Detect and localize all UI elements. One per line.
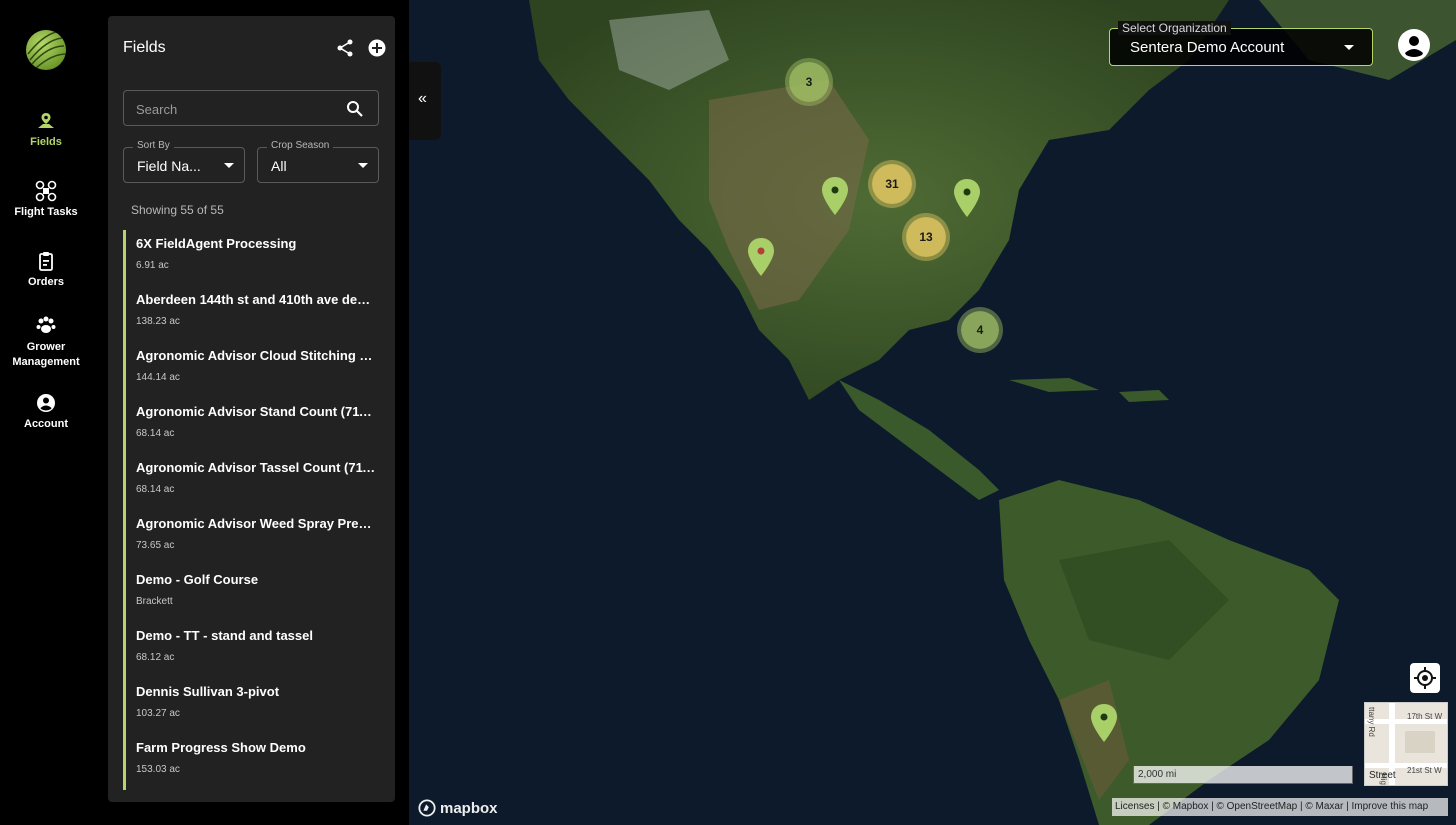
field-name: Dennis Sullivan 3-pivot — [136, 684, 280, 699]
cluster-count: 4 — [976, 323, 984, 337]
sort-by-label: Sort By — [133, 140, 174, 151]
nav-label-orders: Orders — [27, 276, 65, 288]
account-circle-icon — [37, 394, 55, 412]
map-cluster[interactable]: 31 — [872, 164, 912, 204]
app-logo[interactable] — [26, 30, 66, 70]
clipboard-icon — [39, 252, 53, 271]
organization-select[interactable]: Select Organization Sentera Demo Account — [1109, 21, 1373, 66]
street-label: Street — [1369, 770, 1396, 781]
cluster-count: 3 — [805, 75, 813, 89]
search-icon[interactable] — [346, 100, 364, 118]
list-item[interactable]: Dennis Sullivan 3-pivot 103.27 ac — [123, 678, 381, 734]
field-name: Agronomic Advisor Cloud Stitching Cro... — [136, 348, 376, 363]
nav-label-grower-management: Grower Management — [12, 341, 80, 368]
map-cluster[interactable]: 3 — [789, 62, 829, 102]
sort-by-value: Field Na... — [137, 158, 201, 174]
field-marker-icon[interactable] — [820, 176, 850, 216]
list-item[interactable]: Agronomic Advisor Weed Spray Prescri... 7… — [123, 510, 381, 566]
fields-panel: Fields Sort By Field Na... Crop Season A… — [108, 16, 395, 802]
panel-title: Fields — [123, 39, 166, 56]
locate-me-button[interactable] — [1410, 663, 1440, 693]
nav-item-orders[interactable]: Orders — [0, 250, 92, 288]
field-acreage: 6.91 ac — [136, 260, 169, 271]
nav-label-fields: Fields — [30, 136, 62, 148]
list-item[interactable]: Demo - Golf Course Brackett — [123, 566, 381, 622]
nav-item-flight-tasks[interactable]: Flight Tasks — [0, 180, 92, 218]
field-name: Agronomic Advisor Tassel Count (7110... — [136, 460, 376, 475]
field-marker-icon[interactable] — [952, 178, 982, 218]
field-acreage: 153.03 ac — [136, 764, 180, 775]
field-acreage: 103.27 ac — [136, 708, 180, 719]
list-item[interactable]: Demo - TT - stand and tassel 68.12 ac — [123, 622, 381, 678]
group-icon — [36, 316, 56, 333]
results-count: Showing 55 of 55 — [131, 203, 224, 217]
field-grower: Brackett — [136, 596, 173, 607]
map-attribution[interactable]: Licenses | © Mapbox | © OpenStreetMap | … — [1112, 798, 1448, 816]
side-navigation: Fields Flight Tasks Orders Grower Manage… — [0, 0, 92, 825]
cluster-count: 13 — [919, 230, 933, 244]
satellite-map[interactable]: « Select Organization Sentera Demo Accou… — [409, 0, 1456, 825]
field-acreage: 73.65 ac — [136, 540, 175, 551]
nav-label-flight-tasks: Flight Tasks — [14, 206, 78, 218]
mapbox-wordmark: mapbox — [440, 799, 498, 817]
street-label: 17th St W — [1407, 712, 1443, 721]
organization-value: Sentera Demo Account — [1130, 39, 1285, 56]
list-item[interactable]: Agronomic Advisor Tassel Count (7110... 6… — [123, 454, 381, 510]
list-item[interactable]: 6X FieldAgent Processing 6.91 ac — [123, 230, 381, 286]
street-label: 21st St W — [1407, 766, 1442, 775]
user-avatar-icon[interactable] — [1397, 28, 1431, 62]
drone-icon — [35, 180, 57, 202]
field-name: 6X FieldAgent Processing — [136, 236, 297, 251]
nav-item-grower-management[interactable]: Grower Management — [0, 314, 92, 370]
field-marker-icon[interactable] — [746, 237, 776, 277]
nav-item-account[interactable]: Account — [0, 392, 92, 430]
mapbox-logo[interactable]: mapbox — [418, 798, 498, 818]
add-field-icon[interactable] — [367, 38, 387, 58]
list-item[interactable]: Aberdeen 144th st and 410th ave demo 138.… — [123, 286, 381, 342]
organization-label: Select Organization — [1118, 21, 1231, 35]
field-name: Agronomic Advisor Weed Spray Prescri... — [136, 516, 376, 531]
scale-text: 2,000 mi — [1138, 769, 1177, 780]
nav-label-account: Account — [24, 418, 68, 430]
field-acreage: 144.14 ac — [136, 372, 180, 383]
crop-season-label: Crop Season — [267, 140, 334, 151]
field-acreage: 68.14 ac — [136, 428, 175, 439]
street-label: ttany Rd — [1367, 707, 1376, 737]
crop-season-value: All — [271, 158, 287, 174]
field-acreage: 68.12 ac — [136, 652, 175, 663]
sort-by-select[interactable]: Sort By Field Na... — [123, 140, 245, 183]
field-name: Farm Progress Show Demo — [136, 740, 306, 755]
search-box — [123, 90, 379, 126]
field-marker-icon[interactable] — [1089, 703, 1119, 743]
double-chevron-left-icon: « — [418, 90, 427, 107]
chevron-down-icon — [224, 163, 234, 168]
collapse-panel-button[interactable]: « — [409, 62, 441, 140]
field-name: Demo - TT - stand and tassel — [136, 628, 313, 643]
map-background — [409, 0, 1456, 825]
map-cluster[interactable]: 13 — [906, 217, 946, 257]
field-pin-icon — [38, 113, 54, 128]
field-name: Agronomic Advisor Stand Count (7110... — [136, 404, 376, 419]
mapbox-icon — [418, 799, 436, 817]
crop-season-select[interactable]: Crop Season All — [257, 140, 379, 183]
list-item[interactable]: Agronomic Advisor Cloud Stitching Cro...… — [123, 342, 381, 398]
share-icon[interactable] — [335, 38, 355, 58]
street-style-toggle[interactable]: 17th St W Highland D 21st St W ttany Rd … — [1364, 702, 1448, 786]
search-input[interactable] — [136, 99, 336, 119]
nav-item-fields[interactable]: Fields — [0, 110, 92, 148]
map-scale: 2,000 mi — [1133, 766, 1353, 784]
map-cluster[interactable]: 4 — [961, 311, 999, 349]
field-name: Aberdeen 144th st and 410th ave demo — [136, 292, 376, 307]
chevron-down-icon — [358, 163, 368, 168]
cluster-count: 31 — [885, 177, 899, 191]
leaf-logo-icon — [27, 31, 66, 69]
field-acreage: 138.23 ac — [136, 316, 180, 327]
chevron-down-icon — [1344, 45, 1354, 50]
field-list: 6X FieldAgent Processing 6.91 ac Aberdeen… — [123, 230, 381, 790]
list-item[interactable]: Farm Progress Show Demo 153.03 ac — [123, 734, 381, 790]
field-acreage: 68.14 ac — [136, 484, 175, 495]
list-item[interactable]: Agronomic Advisor Stand Count (7110... 68… — [123, 398, 381, 454]
field-name: Demo - Golf Course — [136, 572, 259, 587]
crosshair-icon — [1414, 667, 1436, 689]
